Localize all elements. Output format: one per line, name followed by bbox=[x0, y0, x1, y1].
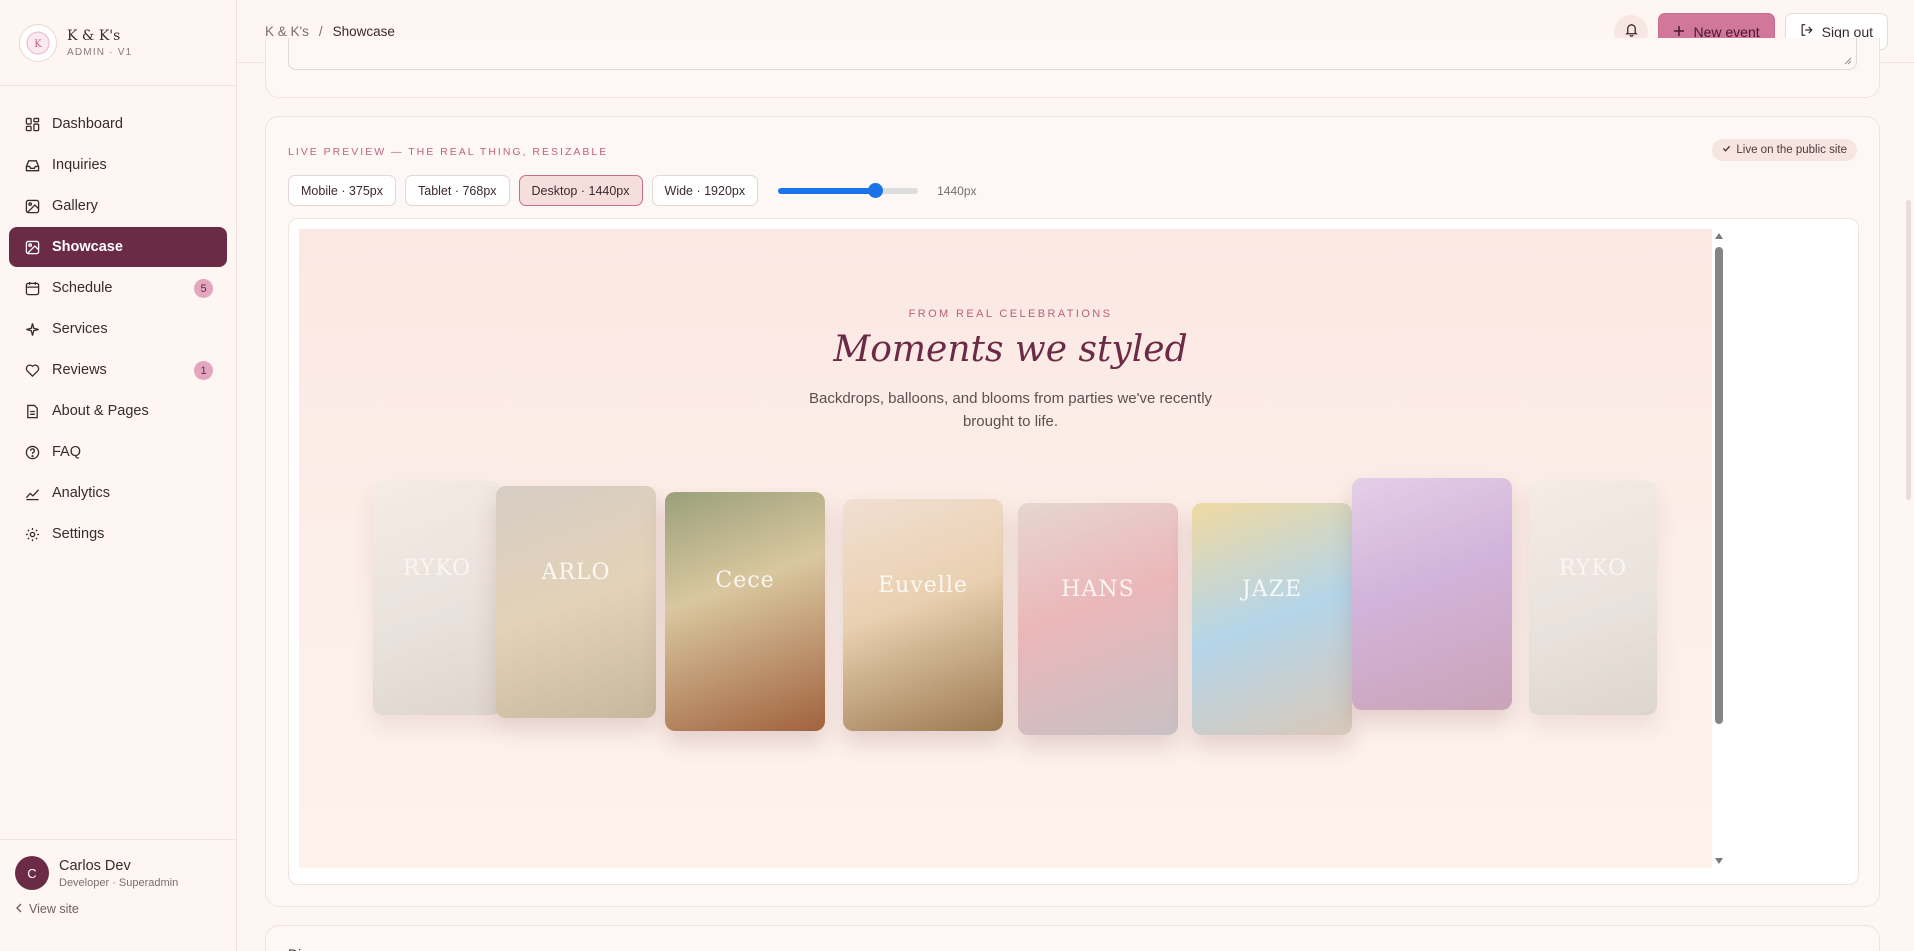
viewport-desktop-button[interactable]: Desktop · 1440px bbox=[518, 175, 643, 206]
chart-icon bbox=[24, 485, 40, 501]
preview-viewport[interactable]: FROM REAL CELEBRATIONS Moments we styled… bbox=[299, 229, 1722, 868]
section-description-line: Backdrops, balloons, and blooms from par… bbox=[808, 390, 1213, 407]
next-section-card: Di bbox=[265, 925, 1880, 951]
showcase-photo-purple-hall[interactable] bbox=[1352, 478, 1512, 710]
sidebar-nav: Dashboard Inquiries Gallery Showcase Sch… bbox=[0, 86, 236, 554]
breadcrumb-root[interactable]: K & K's bbox=[265, 24, 309, 39]
sidebar-item-label: Services bbox=[52, 321, 108, 337]
scroll-down-arrow-icon[interactable] bbox=[1715, 858, 1723, 864]
showcase-photo-caption: RYKO bbox=[1558, 555, 1628, 581]
sidebar-item-label: Gallery bbox=[52, 198, 98, 214]
live-preview-card: LIVE PREVIEW — THE REAL THING, RESIZABLE… bbox=[265, 116, 1880, 907]
user-name: Carlos Dev bbox=[59, 857, 131, 874]
description-textarea[interactable] bbox=[288, 38, 1857, 70]
sidebar-item-about-pages[interactable]: About & Pages bbox=[9, 391, 227, 431]
width-slider[interactable] bbox=[778, 182, 919, 198]
width-slider-fill bbox=[778, 187, 875, 194]
breadcrumb-separator: / bbox=[318, 23, 323, 39]
sidebar-item-label: Settings bbox=[52, 526, 105, 542]
sparkle-icon bbox=[24, 321, 40, 337]
showcase-photo-caption: Cece bbox=[715, 568, 775, 594]
next-section-title: Di bbox=[288, 946, 301, 951]
sidebar-item-reviews[interactable]: Reviews 1 bbox=[9, 350, 227, 390]
breadcrumb: K & K's / Showcase bbox=[265, 24, 395, 39]
heart-icon bbox=[24, 362, 40, 378]
inbox-icon bbox=[24, 157, 40, 173]
width-readout: 1440px bbox=[937, 183, 977, 198]
brand[interactable]: K K & K's ADMIN · V1 bbox=[0, 0, 236, 86]
showcase-photo-hans[interactable]: HANS bbox=[1018, 503, 1178, 735]
chevron-left-icon bbox=[15, 902, 23, 916]
brand-name: K & K's bbox=[67, 27, 121, 44]
showcase-photo-arlo[interactable]: ARLO bbox=[496, 486, 656, 718]
sidebar-item-label: FAQ bbox=[52, 444, 82, 460]
preview-frame: FROM REAL CELEBRATIONS Moments we styled… bbox=[288, 218, 1859, 885]
sidebar-item-label: Schedule bbox=[52, 280, 113, 296]
check-icon bbox=[1722, 144, 1731, 156]
sidebar-item-inquiries[interactable]: Inquiries bbox=[9, 145, 227, 185]
dashboard-icon bbox=[24, 116, 40, 132]
showcase-photo-caption: JAZE bbox=[1241, 577, 1303, 603]
sidebar-item-label: Analytics bbox=[52, 485, 111, 501]
sidebar-item-faq[interactable]: FAQ bbox=[9, 432, 227, 472]
user-role: Developer · Superadmin bbox=[59, 876, 179, 889]
section-description-line: brought to life. bbox=[962, 413, 1059, 430]
viewport-mobile-button[interactable]: Mobile · 375px bbox=[288, 175, 396, 206]
viewport-tablet-button[interactable]: Tablet · 768px bbox=[405, 175, 510, 206]
section-title: Moments we styled bbox=[833, 329, 1188, 370]
width-slider-thumb[interactable] bbox=[867, 182, 883, 198]
showcase-photo-caption: HANS bbox=[1061, 577, 1135, 603]
brand-logo: K bbox=[19, 23, 57, 62]
schedule-count-badge: 5 bbox=[194, 279, 213, 298]
breadcrumb-current: Showcase bbox=[332, 23, 395, 39]
help-icon bbox=[24, 444, 40, 460]
user-panel: C Carlos Dev Developer · Superadmin View… bbox=[0, 839, 237, 951]
brand-subtitle: ADMIN · V1 bbox=[67, 46, 133, 58]
sidebar-item-label: Reviews bbox=[52, 362, 107, 378]
previous-section-card bbox=[265, 38, 1880, 98]
showcase-photo-ryko-2[interactable]: RYKO bbox=[1529, 481, 1657, 715]
showcase-photo-caption: RYKO bbox=[402, 555, 472, 581]
reviews-count-badge: 1 bbox=[194, 361, 213, 380]
document-icon bbox=[24, 403, 40, 419]
showcase-icon bbox=[24, 239, 40, 255]
svg-text:K: K bbox=[34, 39, 42, 50]
gear-icon bbox=[24, 526, 40, 542]
sidebar-item-dashboard[interactable]: Dashboard bbox=[9, 104, 227, 144]
showcase-photo-caption: ARLO bbox=[541, 560, 611, 586]
calendar-icon bbox=[24, 280, 40, 296]
sidebar-item-showcase[interactable]: Showcase bbox=[9, 227, 227, 267]
section-eyebrow: FROM REAL CELEBRATIONS bbox=[908, 308, 1113, 320]
viewport-wide-button[interactable]: Wide · 1920px bbox=[651, 175, 759, 206]
sidebar-item-label: Dashboard bbox=[52, 116, 123, 132]
image-icon bbox=[24, 198, 40, 214]
preview-scrollbar[interactable] bbox=[1712, 229, 1726, 868]
status-badge: Live on the public site bbox=[1712, 139, 1857, 161]
section-description: Backdrops, balloons, and blooms from par… bbox=[299, 387, 1722, 433]
scrollbar-thumb[interactable] bbox=[1715, 247, 1723, 724]
sidebar-item-settings[interactable]: Settings bbox=[9, 514, 227, 554]
sidebar-item-label: Inquiries bbox=[52, 157, 107, 173]
status-label: Live on the public site bbox=[1736, 144, 1847, 156]
showcase-photo-jaze[interactable]: JAZE bbox=[1192, 503, 1352, 735]
sidebar: K K & K's ADMIN · V1 Dashboard Inquiries… bbox=[0, 0, 237, 951]
page-scrollbar-thumb[interactable] bbox=[1906, 200, 1911, 500]
showcase-photo-ryko[interactable]: RYKO bbox=[373, 481, 501, 715]
resize-grip-icon[interactable] bbox=[1844, 57, 1852, 65]
sidebar-item-schedule[interactable]: Schedule 5 bbox=[9, 268, 227, 308]
scroll-up-arrow-icon[interactable] bbox=[1715, 233, 1723, 239]
live-preview-label: LIVE PREVIEW — THE REAL THING, RESIZABLE bbox=[288, 146, 609, 158]
view-site-label: View site bbox=[29, 902, 79, 916]
sidebar-item-label: About & Pages bbox=[52, 403, 149, 419]
sidebar-item-label: Showcase bbox=[52, 239, 123, 255]
avatar[interactable]: C bbox=[15, 856, 49, 890]
view-site-link[interactable]: View site bbox=[15, 902, 237, 916]
sidebar-item-analytics[interactable]: Analytics bbox=[9, 473, 227, 513]
viewport-selector: Mobile · 375px Tablet · 768px Desktop · … bbox=[288, 175, 977, 206]
sidebar-item-services[interactable]: Services bbox=[9, 309, 227, 349]
showcase-photo-caption: Euvelle bbox=[878, 573, 968, 599]
showcase-photo-eunice[interactable]: Euvelle bbox=[843, 499, 1003, 731]
showcase-photo-cece[interactable]: Cece bbox=[665, 492, 825, 731]
sidebar-item-gallery[interactable]: Gallery bbox=[9, 186, 227, 226]
